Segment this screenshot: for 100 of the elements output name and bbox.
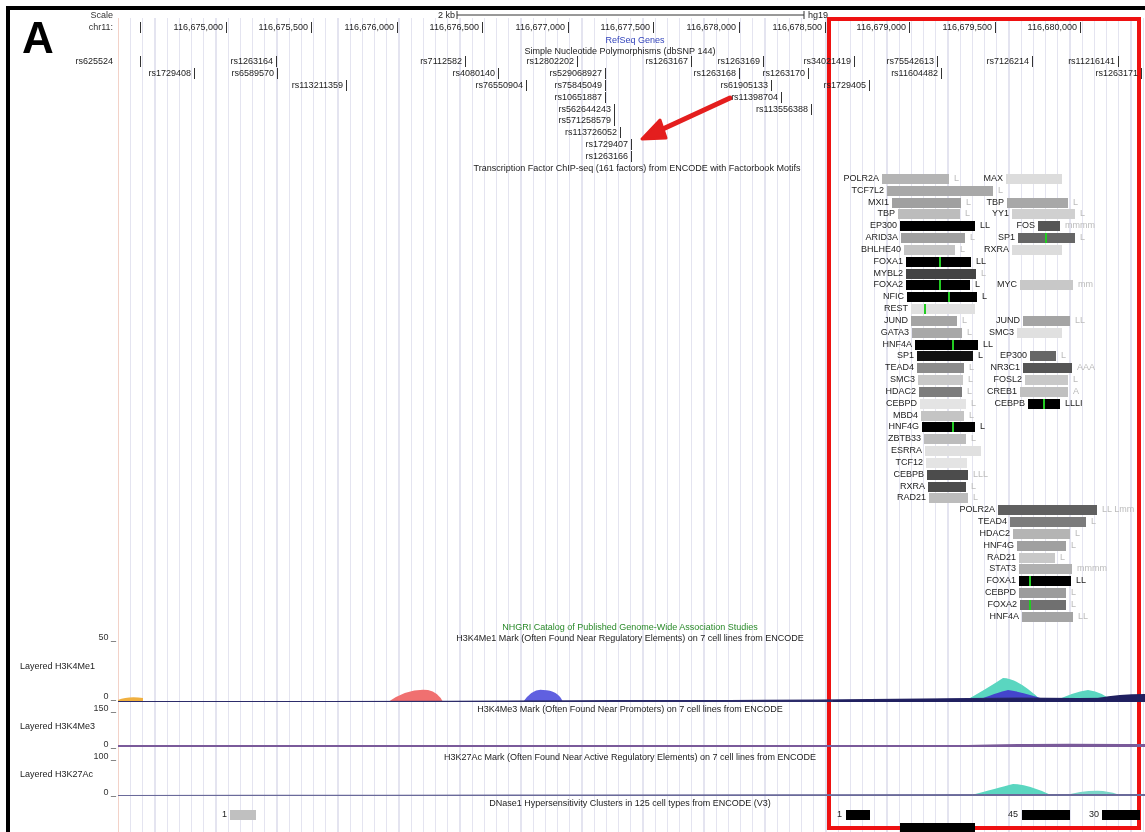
snp-marker: [465, 56, 466, 67]
snp-label: rs11604482: [891, 68, 938, 79]
motif-code: L: [973, 492, 978, 504]
motif-code: L: [954, 173, 959, 184]
cluster-score: 30: [1089, 809, 1099, 820]
motif-code: L: [960, 243, 965, 255]
factor-label: ARID3A: [865, 232, 898, 244]
axis-label: 100 _: [93, 751, 116, 762]
factor-label: BHLHE40: [860, 243, 901, 255]
factor-label: JUND: [884, 314, 908, 326]
snp-label: rs10651887: [554, 92, 602, 103]
motif-code: L: [1060, 551, 1065, 563]
snp-label: rs1729407: [585, 139, 628, 150]
factor-label: EP300: [999, 350, 1027, 362]
factor-label: SMC3: [989, 326, 1014, 338]
snp-marker: [781, 92, 782, 103]
factor-label: TEAD4: [885, 362, 914, 374]
snp-label: rs4080140: [452, 68, 495, 79]
snp-marker: [771, 80, 772, 91]
snp-label: rs625524: [75, 56, 113, 67]
cluster-score: 1: [837, 809, 842, 820]
motif-code: L: [966, 196, 971, 208]
snp-marker: [854, 56, 855, 67]
factor-label: POLR2A: [959, 504, 995, 516]
motif-code: L: [970, 232, 975, 244]
track-title: H3K4Me3 Mark (Often Found Near Promoters) on 7 cell lines from ENCODE: [477, 704, 783, 715]
snp-label: rs1263167: [645, 56, 688, 67]
snp-label: rs1263170: [762, 68, 805, 79]
position-label: 116,676,000: [344, 22, 394, 33]
factor-label: HDAC2: [979, 527, 1010, 539]
snp-marker: [691, 56, 692, 67]
factor-label: HNF4A: [989, 610, 1019, 622]
snp-marker: [526, 80, 527, 91]
motif-code: L: [1073, 196, 1078, 208]
motif-code: L: [1071, 598, 1076, 610]
factor-label: FOXA2: [873, 279, 903, 291]
factor-label: TCF7L2: [851, 184, 884, 196]
snp-marker: [498, 68, 499, 79]
position-label: 116,680,000: [1027, 22, 1077, 33]
position-label: 116,677,000: [515, 22, 565, 33]
factor-label: HDAC2: [885, 385, 916, 397]
factor-label: GATA3: [880, 326, 909, 338]
factor-label: TEAD4: [978, 516, 1007, 528]
motif-code: L: [967, 385, 972, 397]
factor-label: TBP: [986, 196, 1004, 208]
track-title: H3K27Ac Mark (Often Found Near Active Regulatory Elements) on 7 cell lines from ENCODE: [443, 752, 817, 763]
motif-code: LL: [976, 255, 986, 267]
motif-code: L: [1071, 539, 1076, 551]
motif-code: L: [975, 279, 980, 291]
factor-label: MXI1: [868, 196, 889, 208]
snp-label: rs6589570: [231, 68, 274, 79]
position-label: 116,679,000: [856, 22, 906, 33]
motif-code: LL: [980, 220, 990, 232]
snp-marker: [811, 104, 812, 115]
track-title: H3K4Me1 Mark (Often Found Near Regulatory Elements) on 7 cell lines from ENCODE: [456, 633, 804, 644]
motif-code: L: [998, 184, 1003, 196]
snp-marker: [941, 68, 942, 79]
position-label: 116,675,000: [173, 22, 223, 33]
factor-label: CEBPD: [886, 397, 917, 409]
snp-marker: [1118, 56, 1119, 67]
snp-label: rs11216141: [1068, 56, 1115, 67]
snp-marker: [763, 56, 764, 67]
factor-label: YY1: [992, 208, 1009, 220]
snp-label: rs571258579: [558, 115, 611, 126]
factor-label: MYBL2: [873, 267, 903, 279]
snp-marker: [1141, 68, 1142, 79]
track-title: Transcription Factor ChIP-seq (161 factors) from ENCODE with Factorbook Motifs: [473, 163, 801, 174]
position-label: 116,675,500: [258, 22, 308, 33]
snp-label: rs76550904: [475, 80, 523, 91]
factor-label: CEBPB: [994, 397, 1025, 409]
motif-code: L: [1080, 208, 1085, 220]
snp-label: rs1263164: [230, 56, 273, 67]
snp-marker: [346, 80, 347, 91]
factor-label: FOXA1: [986, 575, 1016, 587]
snp-marker: [869, 80, 870, 91]
snp-label: rs529068927: [549, 68, 602, 79]
factor-label: RAD21: [897, 492, 926, 504]
snp-label: rs11398704: [731, 92, 778, 103]
factor-label: FOXA2: [987, 598, 1017, 610]
factor-label: RXRA: [984, 243, 1009, 255]
snp-label: rs75542613: [886, 56, 934, 67]
motif-code: L: [980, 421, 985, 433]
axis-label: 50 _: [98, 632, 116, 643]
motif-code: L: [978, 350, 983, 362]
factor-label: SMC3: [890, 374, 915, 386]
snp-label: rs7112582: [420, 56, 462, 67]
factor-label: REST: [884, 303, 908, 315]
factor-label: ZBTB33: [888, 433, 921, 445]
snp-label: rs113556388: [756, 104, 808, 115]
motif-code: L: [1091, 516, 1096, 528]
motif-code: L: [1075, 527, 1080, 539]
factor-label: HNF4A: [882, 338, 912, 350]
snp-marker: [1032, 56, 1033, 67]
snp-marker: [140, 56, 141, 67]
factor-label: NR3C1: [990, 362, 1020, 374]
axis-label: 0 _: [103, 691, 116, 702]
motif-code: mmmm: [1077, 563, 1107, 575]
motif-code: L: [968, 374, 973, 386]
scale-length: 2 kb: [438, 10, 455, 21]
axis-label: 150 _: [93, 703, 116, 714]
